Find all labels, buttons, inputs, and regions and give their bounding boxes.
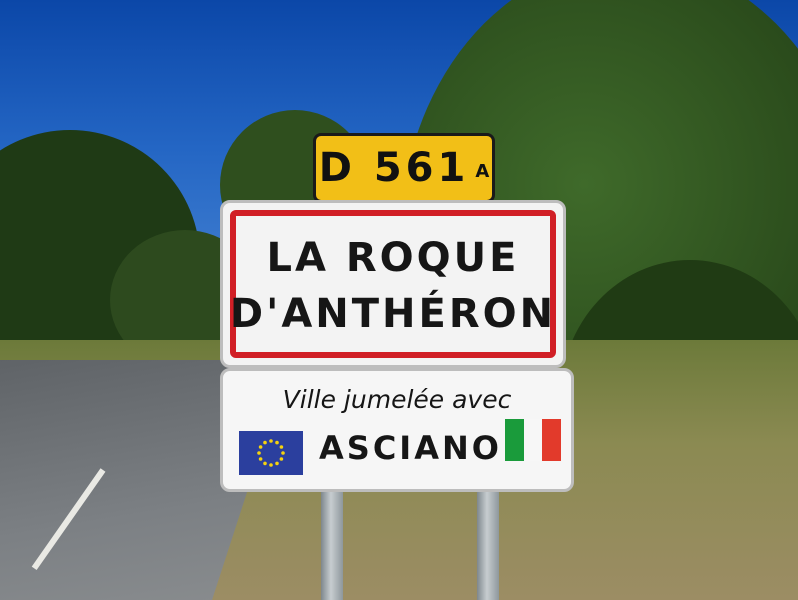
town-name-sign: LA ROQUE D'ANTHÉRON xyxy=(220,200,566,368)
italy-flag-icon xyxy=(505,419,562,461)
photo-frame: D 561 A LA ROQUE D'ANTHÉRON Ville jumelé… xyxy=(0,0,798,600)
route-suffix: A xyxy=(475,160,490,182)
town-name-line2: D'ANTHÉRON xyxy=(229,291,557,337)
route-number-plate: D 561 A xyxy=(313,133,495,203)
twin-town-caption: Ville jumelée avec xyxy=(282,385,512,414)
twin-city-name: ASCIANO xyxy=(319,429,502,467)
town-name-line1: LA ROQUE xyxy=(266,235,520,281)
twin-town-sign: Ville jumelée avec ASCIANO xyxy=(220,368,574,492)
eu-flag-icon xyxy=(239,431,303,475)
route-number: D 561 xyxy=(318,145,470,191)
